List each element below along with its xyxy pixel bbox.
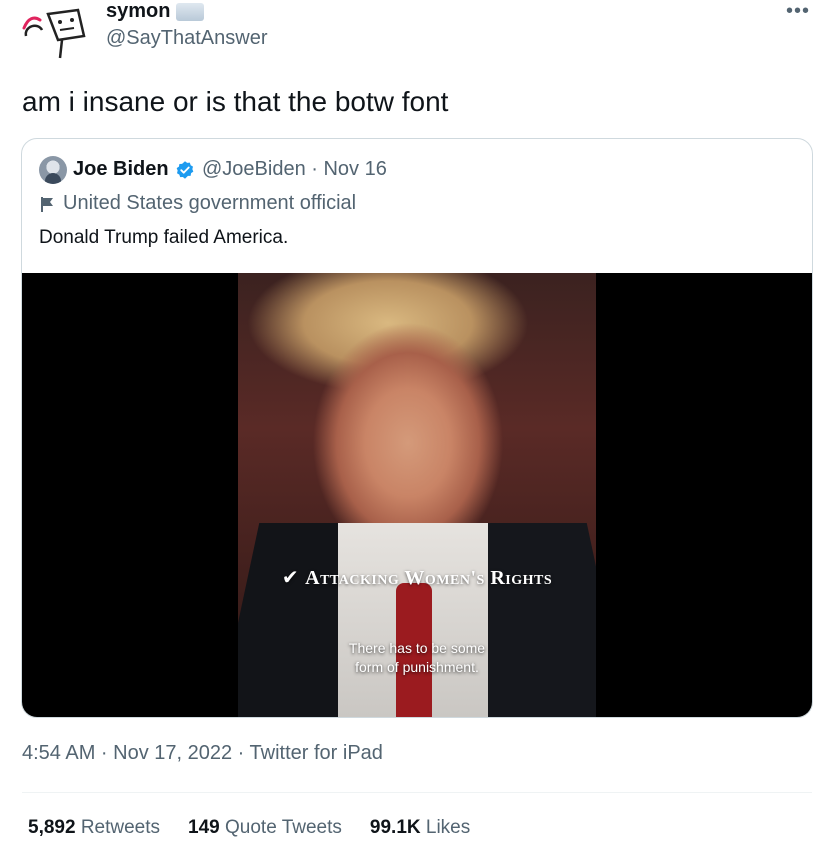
quoted-avatar[interactable] [39, 156, 67, 184]
tweet-timestamp[interactable]: 4:54 AM · Nov 17, 2022 · Twitter for iPa… [22, 742, 383, 765]
author-handle[interactable]: @SayThatAnswer [106, 27, 267, 50]
quotes-label[interactable]: Quote Tweets [225, 817, 342, 838]
likes-count[interactable]: 99.1K [370, 817, 421, 838]
subtitle-line-2: form of punishment. [355, 659, 479, 675]
tweet-text: am i insane or is that the botw font [22, 86, 449, 117]
tweet-stats: 5,892 Retweets 149 Quote Tweets 99.1K Li… [28, 817, 470, 839]
video-frame[interactable]: ✔ Attacking Women's Rights There has to b… [238, 273, 596, 717]
author-display-name[interactable]: symon [106, 0, 170, 23]
quoted-author-name[interactable]: Joe Biden [73, 158, 195, 181]
quoted-tweet[interactable]: Joe Biden @JoeBiden · Nov 16 United Stat… [21, 138, 813, 718]
divider [22, 792, 812, 793]
video-caption-text: Attacking Women's Rights [305, 567, 553, 589]
quotes-stat[interactable]: 149 Quote Tweets [188, 817, 342, 839]
quoted-video[interactable]: ✔ Attacking Women's Rights There has to b… [22, 273, 812, 717]
cloud-emoji-icon [176, 2, 205, 21]
retweets-stat[interactable]: 5,892 Retweets [28, 817, 160, 839]
likes-stat[interactable]: 99.1K Likes [370, 817, 470, 839]
retweets-count[interactable]: 5,892 [28, 817, 76, 838]
author-name[interactable]: symon [106, 0, 205, 23]
quoted-handle-date[interactable]: @JoeBiden · Nov 16 [202, 158, 387, 181]
flag-icon [41, 196, 53, 212]
verified-badge-icon [176, 160, 193, 179]
retweets-label[interactable]: Retweets [81, 817, 160, 838]
author-avatar[interactable] [18, 6, 88, 62]
video-subtitle: There has to be some form of punishment. [238, 639, 596, 677]
more-options-icon[interactable]: ••• [786, 0, 810, 23]
quotes-count[interactable]: 149 [188, 817, 220, 838]
quoted-display-name[interactable]: Joe Biden [73, 158, 169, 181]
checkmark-icon: ✔ [281, 565, 300, 589]
subtitle-line-1: There has to be some [348, 640, 486, 656]
government-label-text: United States government official [63, 192, 357, 214]
government-label[interactable]: United States government official [39, 192, 356, 215]
likes-label[interactable]: Likes [426, 817, 470, 838]
video-caption: ✔ Attacking Women's Rights [238, 565, 596, 590]
quoted-text: Donald Trump failed America. [39, 227, 289, 248]
